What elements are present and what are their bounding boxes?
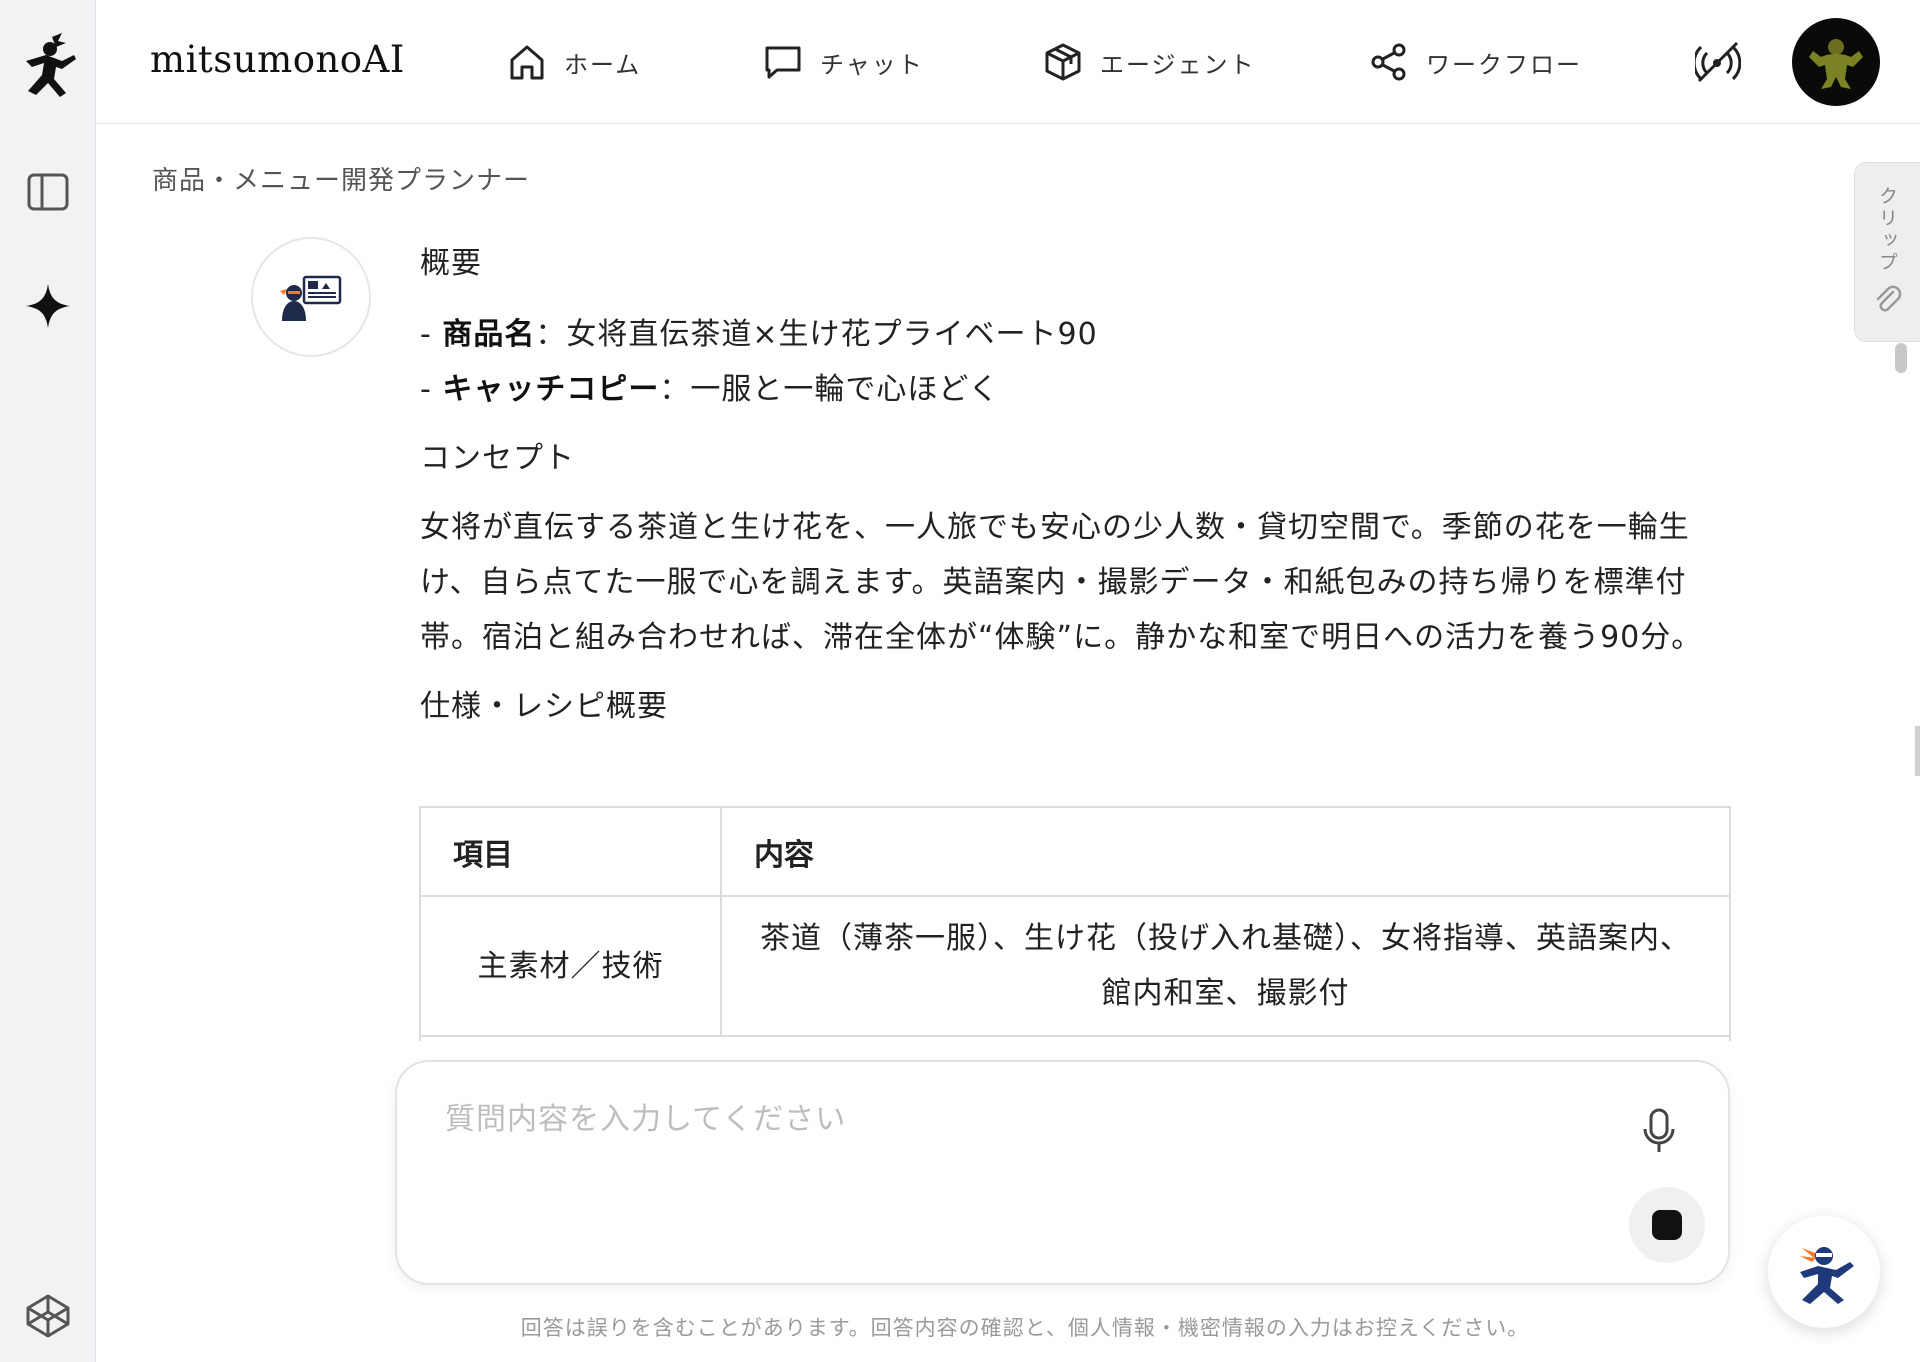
- cube-icon: [1042, 41, 1084, 83]
- catchcopy-label: キャッチコピー: [442, 372, 660, 407]
- nav-chat-label: チャット: [820, 50, 924, 79]
- overview-heading: 概要: [420, 246, 482, 281]
- chat-input-box: [395, 1060, 1730, 1285]
- user-avatar[interactable]: [1792, 18, 1880, 106]
- top-header: mitsumonoAI ホーム チャット エージェント ワークフロー: [96, 0, 1920, 124]
- table-header-content: 内容: [720, 808, 1729, 897]
- share-nodes-icon: [1368, 41, 1410, 83]
- catchcopy-value: ：一服と一輪で心ほどく: [659, 372, 1000, 407]
- clip-label: クリップ: [1876, 186, 1898, 274]
- disclaimer-text: 回答は誤りを含むことがあります。回答内容の確認と、個人情報・機密情報の入力はお控…: [520, 1316, 1530, 1340]
- stop-icon: [1652, 1210, 1682, 1240]
- clip-tab[interactable]: クリップ: [1854, 162, 1920, 342]
- table-cell-item: 主素材／技術: [421, 896, 721, 1037]
- brand-name[interactable]: mitsumonoAI: [150, 38, 405, 81]
- home-icon: [506, 41, 548, 83]
- spec-table: 項目 内容 主素材／技術 茶道（薄茶一服）、生け花（投げ入れ基礎）、女将指導、英…: [419, 806, 1731, 1041]
- microphone-icon[interactable]: [1637, 1106, 1681, 1156]
- nav-chat[interactable]: チャット: [762, 36, 924, 88]
- assistant-message: 概要 - 商品名：女将直伝茶道×生け花プライベート90 - キャッチコピー：一服…: [420, 236, 1730, 734]
- ninja-assistant-button[interactable]: [1768, 1216, 1880, 1328]
- stop-button[interactable]: [1629, 1187, 1705, 1263]
- concept-heading: コンセプト: [420, 441, 575, 476]
- table-row: 主素材／技術 茶道（薄茶一服）、生け花（投げ入れ基礎）、女将指導、英語案内、館内…: [421, 896, 1729, 1037]
- sidebar-toggle-icon[interactable]: [18, 162, 78, 222]
- agent-avatar: [251, 237, 371, 357]
- concept-body: 女将が直伝する茶道と生け花を、一人旅でも安心の少人数・貸切空間で。季節の花を一輪…: [420, 510, 1703, 655]
- chat-input[interactable]: [445, 1102, 1595, 1137]
- ninja-mascot-icon: [1800, 1247, 1854, 1304]
- nav-workflow[interactable]: ワークフロー: [1368, 36, 1582, 88]
- scrollbar-thumb[interactable]: [1895, 343, 1907, 373]
- paperclip-icon: [1873, 284, 1903, 318]
- nav-workflow-label: ワークフロー: [1426, 50, 1582, 79]
- sparkle-icon[interactable]: [18, 276, 78, 336]
- product-name-value: ：女将直伝茶道×生け花プライベート90: [535, 317, 1098, 352]
- nav-agent-label: エージェント: [1100, 50, 1256, 79]
- edge-scroll-indicator: [1915, 726, 1920, 776]
- ninja-logo-icon[interactable]: [18, 33, 78, 97]
- catchcopy-line: - キャッチコピー：一服と一輪で心ほどく: [420, 372, 1000, 407]
- table-header-row: 項目 内容: [421, 808, 1729, 897]
- left-rail: [0, 0, 96, 1362]
- product-name-line: - 商品名：女将直伝茶道×生け花プライベート90: [420, 317, 1098, 352]
- table-cell-content: 茶道（薄茶一服）、生け花（投げ入れ基礎）、女将指導、英語案内、館内和室、撮影付: [720, 896, 1729, 1037]
- nav-agent[interactable]: エージェント: [1042, 36, 1256, 88]
- page-title: 商品・メニュー開発プランナー: [152, 166, 531, 196]
- broadcast-icon[interactable]: [1692, 36, 1744, 88]
- nav-home-label: ホーム: [564, 50, 642, 79]
- spec-heading: 仕様・レシピ概要: [420, 689, 668, 724]
- product-name-label: 商品名: [442, 317, 536, 352]
- nav-home[interactable]: ホーム: [506, 36, 641, 88]
- chat-icon: [762, 41, 804, 83]
- table-header-item: 項目: [421, 808, 721, 897]
